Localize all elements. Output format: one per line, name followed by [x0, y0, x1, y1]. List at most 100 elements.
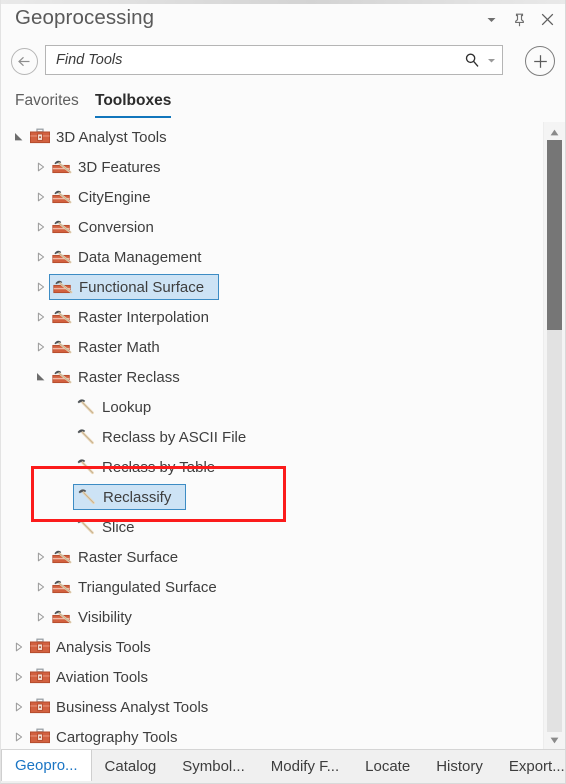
expand-triangle-icon[interactable] — [33, 302, 49, 332]
expand-triangle-icon[interactable] — [33, 242, 49, 272]
twisty-spacer — [57, 422, 73, 452]
tree-item-content[interactable]: Cartography Tools — [27, 724, 191, 750]
expand-triangle-icon[interactable] — [33, 182, 49, 212]
tree-item-content[interactable]: Raster Reclass — [49, 364, 194, 390]
tab-toolboxes[interactable]: Toolboxes — [95, 92, 172, 118]
tree-item-content[interactable]: Slice — [73, 514, 149, 540]
tree-item-content[interactable]: Reclass by Table — [73, 454, 229, 480]
tree-item[interactable]: Slice — [1, 512, 543, 542]
tree-item-label: Raster Reclass — [78, 368, 180, 386]
search-box[interactable] — [45, 45, 503, 75]
expand-triangle-icon[interactable] — [33, 212, 49, 242]
tree-item-content[interactable]: 3D Features — [49, 154, 175, 180]
scrollbar-track[interactable] — [547, 140, 562, 732]
search-input[interactable] — [46, 46, 460, 74]
back-button[interactable] — [11, 48, 38, 75]
collapse-triangle-icon[interactable] — [11, 122, 27, 152]
tree-item-label: Lookup — [102, 398, 152, 416]
expand-triangle-icon[interactable] — [33, 272, 49, 302]
tree-item[interactable]: Raster Surface — [1, 542, 543, 572]
tree-item-selected[interactable]: Functional Surface — [49, 274, 220, 300]
collapse-triangle-icon[interactable] — [33, 362, 49, 392]
search-options-chevron-down-icon[interactable] — [484, 46, 502, 74]
twisty-spacer — [57, 392, 73, 422]
add-toolbox-button[interactable] — [525, 46, 555, 76]
tree-item[interactable]: 3D Features — [1, 152, 543, 182]
toolbox-tree[interactable]: 3D Analyst Tools 3D Features CityEngine Con… — [1, 122, 543, 750]
expand-triangle-icon[interactable] — [11, 632, 27, 662]
dock-tab[interactable]: Locate — [352, 750, 423, 783]
tree-item[interactable]: Triangulated Surface — [1, 572, 543, 602]
scrollbar-thumb[interactable] — [547, 140, 562, 330]
dock-tab-label: History — [436, 758, 483, 775]
tree-item-selected[interactable]: Reclassify — [73, 484, 187, 510]
tree-item-content[interactable]: Lookup — [73, 394, 165, 420]
tree-item[interactable]: Data Management — [1, 242, 543, 272]
expand-triangle-icon[interactable] — [33, 572, 49, 602]
scroll-up-arrow-icon[interactable] — [544, 124, 565, 140]
pin-icon[interactable] — [510, 10, 529, 29]
tree-item-content[interactable]: Analysis Tools — [27, 634, 165, 660]
expand-triangle-icon[interactable] — [11, 692, 27, 722]
dock-tab-label: Geopro... — [15, 757, 78, 774]
tree-item[interactable]: Analysis Tools — [1, 632, 543, 662]
tree-item[interactable]: 3D Analyst Tools — [1, 122, 543, 152]
tree-item[interactable]: Raster Math — [1, 332, 543, 362]
dock-tab[interactable]: Modify F... — [258, 750, 352, 783]
search-row — [1, 43, 565, 81]
tree-item-content[interactable]: 3D Analyst Tools — [27, 124, 181, 150]
tool-hammer-icon — [75, 396, 97, 418]
tree-item[interactable]: Raster Reclass — [1, 362, 543, 392]
tree-item-content[interactable]: Raster Interpolation — [49, 304, 223, 330]
tree-item-content[interactable]: Triangulated Surface — [49, 574, 231, 600]
tree-item-content[interactable]: Reclass by ASCII File — [73, 424, 260, 450]
tree-item-content[interactable]: Raster Math — [49, 334, 174, 360]
dock-tab[interactable]: Symbol... — [169, 750, 258, 783]
dock-tab[interactable]: Geopro... — [1, 750, 92, 781]
tree-item[interactable]: Conversion — [1, 212, 543, 242]
dropdown-caret-icon[interactable] — [482, 10, 501, 29]
tree-scrollbar[interactable] — [543, 122, 565, 750]
toolset-icon — [51, 546, 73, 568]
dock-tab[interactable]: History — [423, 750, 496, 783]
tree-item-label: Raster Math — [78, 338, 160, 356]
tree-item[interactable]: Lookup — [1, 392, 543, 422]
tree-item-content[interactable]: Aviation Tools — [27, 664, 162, 690]
dock-tab-bar[interactable]: Geopro... Catalog Symbol... Modify F... Loca… — [1, 749, 565, 783]
tree-item-label: 3D Features — [78, 158, 161, 176]
tree-item[interactable]: Aviation Tools — [1, 662, 543, 692]
toolbox-icon — [29, 726, 51, 748]
expand-triangle-icon[interactable] — [33, 542, 49, 572]
expand-triangle-icon[interactable] — [33, 602, 49, 632]
pane-tabs: Favorites Toolboxes — [1, 92, 565, 122]
dock-tab-label: Symbol... — [182, 758, 245, 775]
tree-item[interactable]: Reclassify — [1, 482, 543, 512]
tree-item-content[interactable]: Visibility — [49, 604, 146, 630]
tree-item[interactable]: Visibility — [1, 602, 543, 632]
tree-item[interactable]: CityEngine — [1, 182, 543, 212]
search-icon[interactable] — [460, 46, 484, 74]
tree-item-content[interactable]: Raster Surface — [49, 544, 192, 570]
dock-tab[interactable]: Export... — [496, 750, 565, 783]
tree-item-content[interactable]: CityEngine — [49, 184, 165, 210]
tree-item[interactable]: Business Analyst Tools — [1, 692, 543, 722]
tab-favorites[interactable]: Favorites — [15, 92, 79, 116]
tree-item-label: Triangulated Surface — [78, 578, 217, 596]
tree-item-label: Aviation Tools — [56, 668, 149, 686]
expand-triangle-icon[interactable] — [11, 722, 27, 750]
expand-triangle-icon[interactable] — [33, 332, 49, 362]
close-icon[interactable] — [538, 10, 557, 29]
tree-item-content[interactable]: Business Analyst Tools — [27, 694, 222, 720]
tree-item[interactable]: Reclass by Table — [1, 452, 543, 482]
tree-item-content[interactable]: Data Management — [49, 244, 215, 270]
tree-item[interactable]: Cartography Tools — [1, 722, 543, 750]
tree-item[interactable]: Raster Interpolation — [1, 302, 543, 332]
tree-item-content[interactable]: Conversion — [49, 214, 168, 240]
expand-triangle-icon[interactable] — [11, 662, 27, 692]
dock-tab[interactable]: Catalog — [92, 750, 170, 783]
window-controls — [482, 10, 557, 29]
scroll-down-arrow-icon[interactable] — [544, 732, 565, 748]
tree-item[interactable]: Reclass by ASCII File — [1, 422, 543, 452]
tree-item[interactable]: Functional Surface — [1, 272, 543, 302]
expand-triangle-icon[interactable] — [33, 152, 49, 182]
